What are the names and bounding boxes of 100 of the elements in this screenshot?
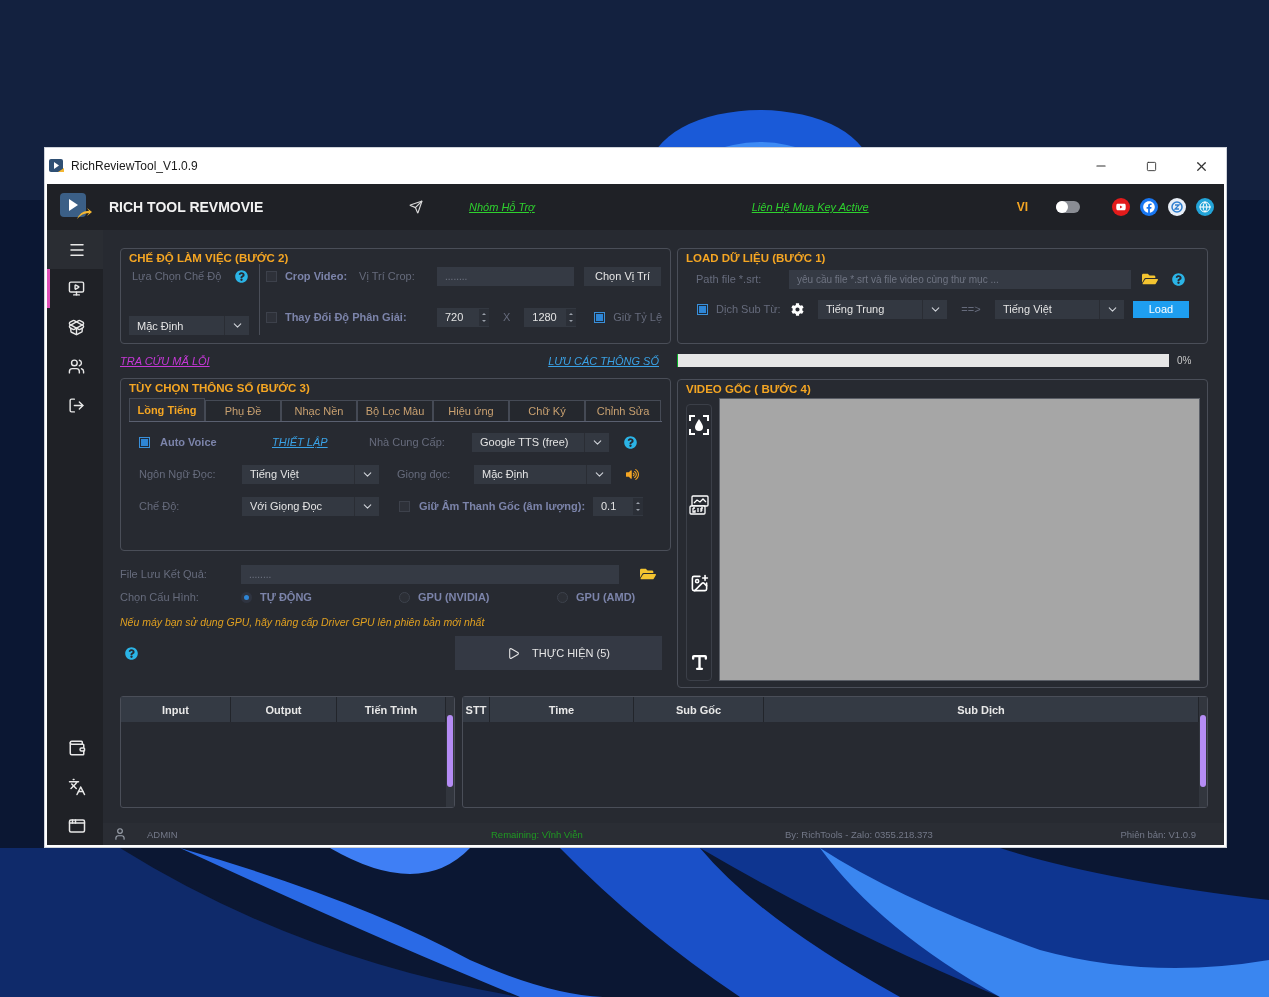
gear-icon[interactable]	[791, 302, 804, 316]
package-icon	[68, 319, 85, 336]
scrollbar[interactable]	[1199, 697, 1207, 807]
checkbox[interactable]	[139, 436, 150, 448]
window-icon	[67, 816, 86, 835]
facebook-icon[interactable]	[1140, 198, 1158, 216]
panel-title: LOAD DỮ LIỆU (BƯỚC 1)	[686, 252, 827, 264]
support-link[interactable]: Nhóm Hỗ Trợ	[469, 201, 535, 213]
tab[interactable]: Phụ Đề	[205, 400, 281, 421]
tab[interactable]: Lồng Tiếng	[129, 398, 205, 421]
help-icon[interactable]	[235, 269, 249, 283]
run-button[interactable]: THỰC HIỆN (5)	[455, 636, 662, 670]
send-icon[interactable]	[409, 200, 423, 214]
arrow-label: ==>	[960, 303, 982, 315]
tab[interactable]: Bộ Lọc Màu	[357, 400, 433, 421]
field-label: Giọng đọc:	[397, 468, 452, 480]
radio-label: TỰ ĐỘNG	[260, 591, 312, 603]
folder-icon[interactable]	[640, 566, 656, 582]
spin-arrows-icon	[566, 308, 577, 326]
column-header: STT	[463, 697, 490, 722]
field-label: Auto Voice	[160, 436, 218, 448]
tab[interactable]: Chỉnh Sửa	[585, 400, 661, 421]
translate-icon	[67, 777, 86, 796]
tab[interactable]: Nhạc Nền	[281, 400, 357, 421]
times-sign: X	[502, 311, 511, 323]
panel-title: TÙY CHỌN THÔNG SỐ (BƯỚC 3)	[129, 382, 311, 394]
wallet-icon	[67, 738, 86, 757]
dropdown[interactable]: Tiếng Trung	[818, 299, 947, 319]
scrollbar[interactable]	[446, 697, 454, 807]
speaker-icon[interactable]	[626, 467, 639, 481]
setup-link[interactable]: THIẾT LẬP	[272, 436, 369, 448]
number-field[interactable]: 1280	[524, 307, 577, 327]
play-icon	[507, 646, 521, 660]
buy-key-link[interactable]: Liên Hệ Mua Key Active	[751, 201, 869, 213]
field-label: Ngôn Ngữ Đọc:	[139, 468, 217, 480]
folder-icon[interactable]	[1142, 271, 1158, 287]
help-icon[interactable]	[1172, 272, 1185, 286]
save-settings-link[interactable]: LƯU CÁC THÔNG SỐ	[548, 355, 659, 367]
z-logo-icon	[1171, 201, 1183, 213]
field-label: Crop Video:	[284, 270, 348, 282]
number-field[interactable]: 720	[436, 307, 489, 327]
number-field[interactable]: 0.1	[593, 496, 643, 516]
panel-title: CHẾ ĐỘ LÀM VIỆC (BƯỚC 2)	[129, 252, 290, 264]
drop-frame-icon[interactable]	[689, 415, 709, 435]
spin-arrows-icon	[478, 308, 489, 326]
choose-position-button[interactable]: Chọn Vị Trí	[584, 266, 662, 286]
field-label: Giữ Tỷ Lệ	[613, 311, 662, 323]
app-name: RICH TOOL REVMOVIE	[109, 199, 265, 215]
checkbox[interactable]	[265, 311, 277, 323]
dropdown[interactable]: Tiếng Việt	[242, 464, 379, 484]
menu-button[interactable]	[47, 230, 103, 269]
gpu-note: Nếu máy bạn sử dụng GPU, hãy nâng cấp Driver GPU lên phiên bản mới nhất	[120, 616, 485, 628]
checkbox[interactable]	[399, 500, 410, 512]
dropdown[interactable]: Với Giọng Đọc	[242, 496, 379, 516]
video-icon	[68, 280, 85, 297]
error-lookup-link[interactable]: TRA CỨU MÃ LỖI	[120, 355, 210, 367]
help-icon[interactable]	[624, 435, 637, 449]
radio-button[interactable]	[399, 591, 410, 603]
radio-button[interactable]	[241, 591, 252, 603]
column-header: Tiến Trình	[337, 697, 446, 722]
radio-label: GPU (NVIDIA)	[418, 591, 490, 603]
field-label: Vị Trí Crop:	[359, 270, 416, 282]
youtube-icon[interactable]	[1112, 198, 1130, 216]
dropdown[interactable]: Mặc Định	[129, 316, 249, 335]
radio-label: GPU (AMD)	[576, 591, 636, 603]
globe-icon[interactable]	[1196, 198, 1214, 216]
field-label: File Lưu Kết Quả:	[120, 568, 208, 580]
app-icon	[49, 159, 65, 173]
field-label: Chọn Cấu Hình:	[120, 591, 200, 603]
dropdown[interactable]: Tiếng Việt	[995, 299, 1124, 319]
tab[interactable]: Hiệu ứng	[433, 400, 509, 421]
field-label: Lựa Chọn Chế Độ	[132, 270, 222, 282]
radio-button[interactable]	[557, 591, 568, 603]
help-icon[interactable]	[125, 646, 138, 660]
column-header: Output	[231, 697, 337, 722]
column-header: Input	[121, 697, 231, 722]
user-name: ADMIN	[147, 828, 179, 840]
window-title: RichReviewTool_V1.0.9	[71, 159, 199, 173]
play-logo-icon	[59, 192, 93, 222]
checkbox[interactable]	[697, 303, 708, 315]
checkbox[interactable]	[265, 270, 277, 282]
theme-toggle[interactable]	[1056, 201, 1080, 213]
column-header: Sub Dịch	[764, 697, 1199, 722]
field-label: Dịch Sub Từ:	[716, 303, 782, 315]
user-icon	[113, 827, 127, 841]
field-label: Giữ Âm Thanh Gốc (âm lượng):	[419, 500, 587, 512]
spin-arrows-icon	[633, 497, 643, 515]
gif-image-icon[interactable]	[689, 494, 709, 515]
version-text: Phiên bản: V1.0.9	[1120, 828, 1196, 840]
text-icon[interactable]	[689, 652, 709, 672]
dropdown[interactable]: Google TTS (free)	[472, 432, 609, 452]
logout-icon	[68, 397, 85, 414]
column-header: Time	[490, 697, 634, 722]
column-header: Sub Gốc	[634, 697, 764, 722]
chat-icon[interactable]	[1168, 198, 1186, 216]
tab[interactable]: Chữ Ký	[509, 400, 585, 421]
checkbox[interactable]	[594, 311, 606, 323]
image-plus-icon[interactable]	[689, 574, 709, 594]
field-label: Path file *.srt:	[696, 273, 763, 285]
dropdown[interactable]: Mặc Định	[474, 464, 611, 484]
